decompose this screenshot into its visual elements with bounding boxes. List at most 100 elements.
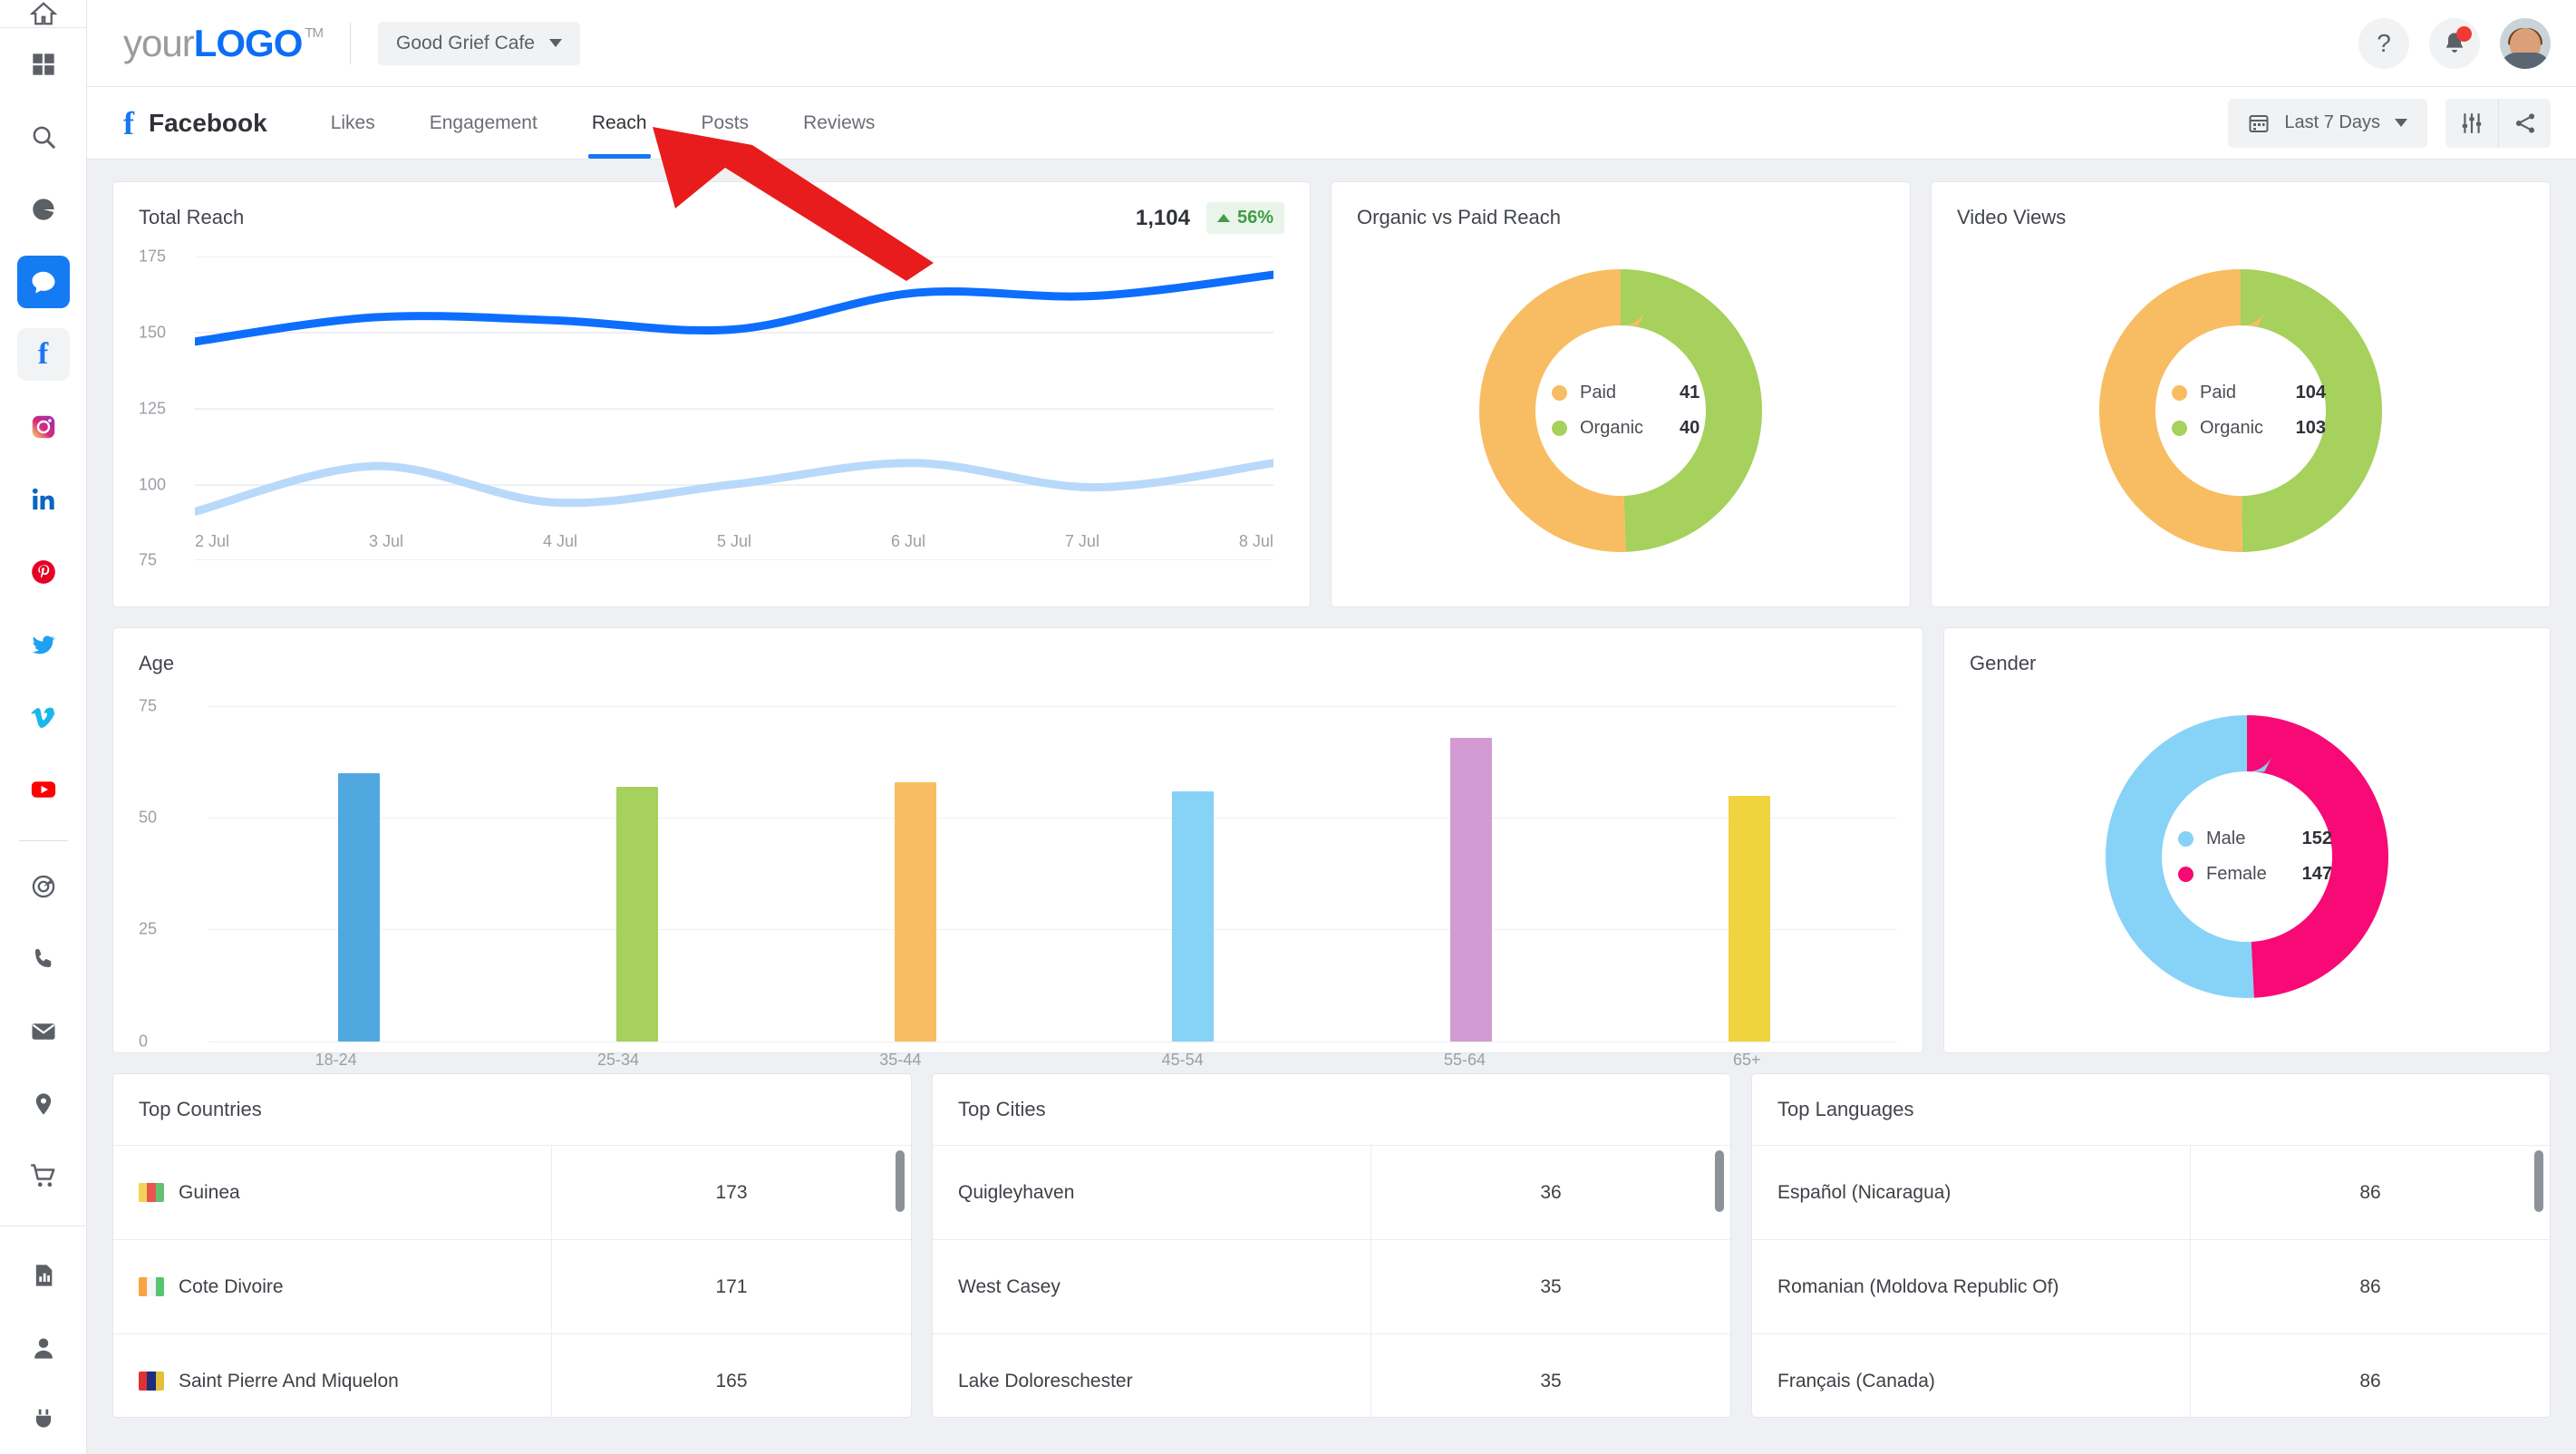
- table-row[interactable]: Guinea 173: [113, 1145, 911, 1239]
- series-total-reach: [195, 275, 1273, 342]
- sidebar-item-analytics[interactable]: [17, 183, 70, 236]
- x-tick-65plus: 65+: [1606, 1051, 1888, 1070]
- table-row[interactable]: Lake Doloreschester 35: [933, 1333, 1730, 1418]
- legend-value-female: 147: [2302, 864, 2332, 885]
- sidebar-item-search[interactable]: [17, 111, 70, 163]
- avatar[interactable]: [2500, 18, 2551, 69]
- calendar-icon: [2248, 112, 2270, 134]
- sidebar-item-dashboard[interactable]: [17, 38, 70, 91]
- sidebar-item-users[interactable]: [17, 1322, 70, 1374]
- table-row[interactable]: Saint Pierre And Miquelon 165: [113, 1333, 911, 1418]
- card-organic-vs-paid: Organic vs Paid Reach Paid: [1331, 181, 1911, 607]
- notifications-button[interactable]: [2429, 18, 2480, 69]
- sidebar-item-calls[interactable]: [17, 933, 70, 985]
- account-selector[interactable]: Good Grief Cafe: [378, 22, 580, 65]
- bar-col[interactable]: [1054, 706, 1332, 1042]
- table-row[interactable]: Français (Canada) 86: [1752, 1333, 2550, 1418]
- legend-label-male: Male: [2206, 829, 2290, 849]
- map-pin-icon: [31, 1091, 56, 1117]
- video-views-donut[interactable]: Paid 104 Organic 103: [2099, 269, 2382, 552]
- tab-engagement-label: Engagement: [430, 112, 537, 134]
- sidebar-item-vimeo[interactable]: [17, 691, 70, 743]
- logo-trademark: TM: [305, 25, 323, 41]
- bar-65plus[interactable]: [1729, 796, 1770, 1042]
- table-row[interactable]: West Casey 35: [933, 1239, 1730, 1333]
- organic-paid-donut[interactable]: Paid 41 Organic 40: [1479, 269, 1762, 552]
- bar-35-44[interactable]: [895, 782, 936, 1042]
- x-tick-35-44: 35-44: [760, 1051, 1041, 1070]
- sidebar-item-locations[interactable]: [17, 1078, 70, 1130]
- legend-value-male: 152: [2302, 829, 2332, 849]
- country-name: Cote Divoire: [179, 1276, 284, 1298]
- legend-value-organic: 40: [1680, 418, 1700, 439]
- bar-col[interactable]: [220, 706, 499, 1042]
- channel-title: f Facebook: [123, 87, 304, 159]
- legend-label-organic: Organic: [1580, 418, 1667, 439]
- country-value: 165: [552, 1334, 911, 1418]
- bar-col[interactable]: [1332, 706, 1611, 1042]
- sidebar-item-linkedin[interactable]: [17, 473, 70, 526]
- sidebar-item-twitter[interactable]: [17, 618, 70, 671]
- legend-label-female: Female: [2206, 864, 2290, 885]
- card-title-gender: Gender: [1944, 628, 2550, 675]
- table-row[interactable]: Quigleyhaven 36: [933, 1145, 1730, 1239]
- brand-logo[interactable]: yourLOGOTM: [123, 22, 323, 65]
- tab-reach[interactable]: Reach: [565, 87, 674, 159]
- tab-likes[interactable]: Likes: [304, 87, 402, 159]
- sidebar-item-reports[interactable]: [17, 1249, 70, 1302]
- sidebar-item-facebook[interactable]: f: [17, 328, 70, 381]
- flag-icon-saint-pierre-and-miquelon: [139, 1372, 164, 1391]
- share-button[interactable]: [2498, 99, 2551, 148]
- total-reach-plot: [195, 257, 1273, 560]
- city-value: 35: [1371, 1240, 1730, 1333]
- sidebar-item-messages[interactable]: [17, 256, 70, 308]
- date-range-selector[interactable]: Last 7 Days: [2228, 99, 2427, 148]
- table-row[interactable]: Español (Nicaragua) 86: [1752, 1145, 2550, 1239]
- sidebar-item-home[interactable]: [0, 0, 86, 28]
- sliders-icon: [2460, 111, 2484, 135]
- filter-button[interactable]: [2445, 99, 2498, 148]
- x-tick-25-34: 25-34: [477, 1051, 759, 1070]
- bar-55-64[interactable]: [1450, 738, 1492, 1042]
- help-button[interactable]: ?: [2358, 18, 2409, 69]
- bar-45-54[interactable]: [1172, 791, 1214, 1042]
- bar-col[interactable]: [1610, 706, 1888, 1042]
- legend-label-paid: Paid: [1580, 383, 1667, 403]
- top-countries-scrollbar[interactable]: [896, 1150, 905, 1212]
- card-total-reach: Total Reach 1,104 56% 175 150 125 100 75: [112, 181, 1311, 607]
- tab-engagement[interactable]: Engagement: [402, 87, 565, 159]
- table-row[interactable]: Romanian (Moldova Republic Of) 86: [1752, 1239, 2550, 1333]
- legend-organic: Organic 40: [1552, 418, 1706, 439]
- search-icon: [30, 123, 57, 150]
- sidebar-item-email[interactable]: [17, 1005, 70, 1058]
- bar-25-34[interactable]: [616, 787, 658, 1042]
- y-tick-75: 75: [139, 551, 157, 570]
- left-sidebar: f: [0, 0, 87, 1454]
- top-cities-scrollbar[interactable]: [1715, 1150, 1724, 1212]
- gender-donut-wrap: Male 152 Female 147: [1944, 675, 2550, 1038]
- sidebar-item-ads[interactable]: [17, 860, 70, 913]
- sidebar-item-integrations[interactable]: [17, 1394, 70, 1447]
- bar-col[interactable]: [499, 706, 777, 1042]
- bar-18-24[interactable]: [338, 773, 380, 1042]
- legend-dot-organic: [1552, 421, 1567, 436]
- question-mark-icon: ?: [2377, 29, 2391, 58]
- card-top-countries: Top Countries Guinea 173: [112, 1073, 912, 1418]
- table-row[interactable]: Cote Divoire 171: [113, 1239, 911, 1333]
- y-tick-0: 0: [139, 1032, 148, 1052]
- sidebar-item-youtube[interactable]: [17, 763, 70, 816]
- channel-tabs: Likes Engagement Reach Posts Reviews: [304, 87, 903, 159]
- toolbar-icon-group: [2445, 99, 2551, 148]
- sidebar-item-pinterest[interactable]: [17, 546, 70, 598]
- home-icon: [30, 0, 57, 27]
- top-cities-rows: Quigleyhaven 36 West Casey 35 Lake Dolor…: [933, 1145, 1730, 1418]
- sidebar-item-ecommerce[interactable]: [17, 1150, 70, 1203]
- top-languages-scrollbar[interactable]: [2534, 1150, 2543, 1212]
- tab-posts[interactable]: Posts: [674, 87, 777, 159]
- gender-donut[interactable]: Male 152 Female 147: [2106, 715, 2388, 998]
- bar-col[interactable]: [776, 706, 1054, 1042]
- sidebar-item-instagram[interactable]: [17, 401, 70, 453]
- trend-up-icon: [1217, 214, 1230, 222]
- tab-reviews[interactable]: Reviews: [776, 87, 902, 159]
- legend-value-paid: 41: [1680, 383, 1700, 403]
